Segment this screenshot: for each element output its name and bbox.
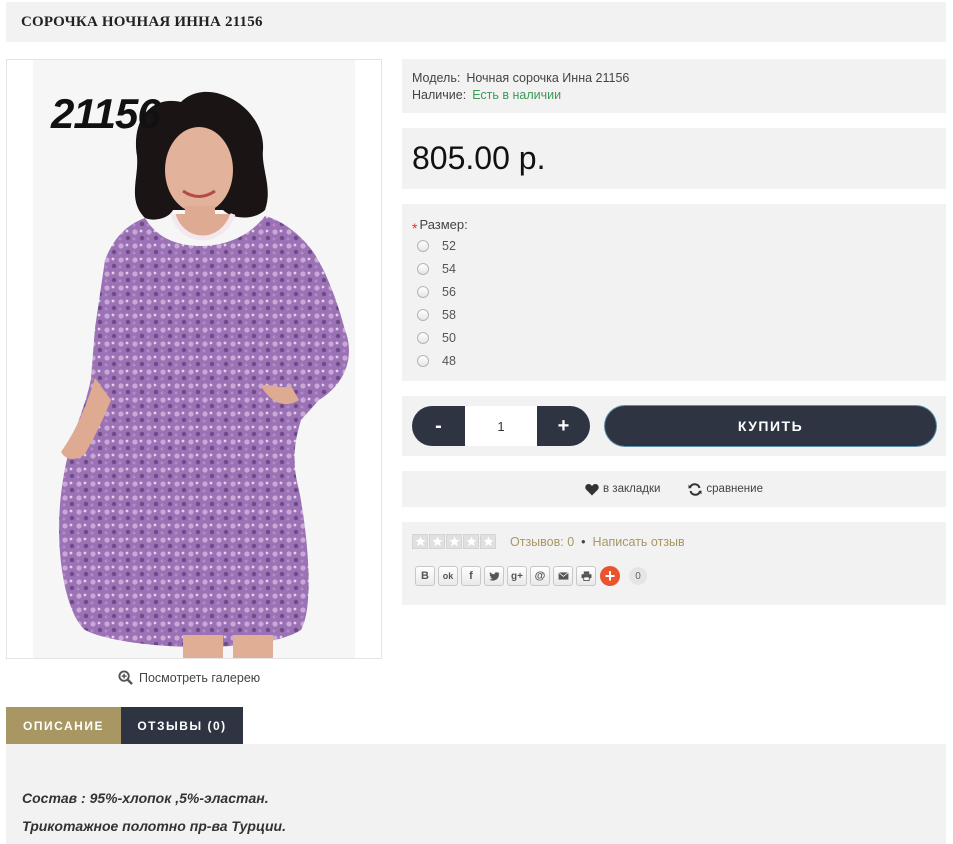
product-tabs: ОПИСАНИЕ ОТЗЫВЫ (0) bbox=[6, 707, 243, 744]
google-plus-icon[interactable]: g+ bbox=[507, 566, 527, 586]
wishlist-label[interactable]: в закладки bbox=[603, 483, 660, 495]
star-icon bbox=[412, 534, 428, 549]
size-radio[interactable] bbox=[417, 331, 429, 344]
size-option[interactable]: 58 bbox=[412, 303, 936, 326]
tab-reviews[interactable]: ОТЗЫВЫ (0) bbox=[121, 707, 243, 744]
stock-row: Наличие: Есть в наличии bbox=[412, 87, 936, 104]
size-options-panel: * Размер: 52 54 56 58 50 48 bbox=[402, 204, 946, 381]
page-title: СОРОЧКА НОЧНАЯ ИННА 21156 bbox=[21, 14, 263, 30]
reviews-share-panel: Отзывов: 0 • Написать отзыв В ok f g+ @ … bbox=[402, 522, 946, 605]
model-row: Модель: Ночная сорочка Инна 21156 bbox=[412, 70, 936, 87]
size-option-label[interactable]: 50 bbox=[442, 331, 456, 345]
vk-icon[interactable]: В bbox=[415, 566, 435, 586]
model-label: Модель: bbox=[412, 71, 461, 85]
stock-label: Наличие: bbox=[412, 88, 467, 102]
refresh-icon bbox=[688, 482, 702, 496]
size-option[interactable]: 56 bbox=[412, 280, 936, 303]
product-photo-drawing bbox=[33, 60, 355, 658]
share-count: 0 bbox=[629, 567, 647, 585]
rating-stars bbox=[412, 534, 496, 549]
size-radio[interactable] bbox=[417, 354, 429, 367]
email-icon[interactable] bbox=[553, 566, 573, 586]
size-option[interactable]: 52 bbox=[412, 234, 936, 257]
quantity-input[interactable] bbox=[465, 406, 537, 446]
star-icon bbox=[446, 534, 462, 549]
product-price: 805.00 р. bbox=[412, 140, 546, 176]
compare-label[interactable]: сравнение bbox=[706, 483, 763, 495]
size-option[interactable]: 50 bbox=[412, 326, 936, 349]
wishlist-link[interactable]: в закладки bbox=[585, 483, 660, 496]
star-icon bbox=[429, 534, 445, 549]
zoom-in-icon bbox=[118, 670, 133, 685]
tab-description[interactable]: ОПИСАНИЕ bbox=[6, 707, 121, 744]
size-option-label[interactable]: 56 bbox=[442, 285, 456, 299]
title-bar: СОРОЧКА НОЧНАЯ ИННА 21156 bbox=[6, 2, 946, 42]
size-option-label[interactable]: 48 bbox=[442, 354, 456, 368]
size-radio[interactable] bbox=[417, 285, 429, 298]
reviews-count-link[interactable]: Отзывов: 0 bbox=[510, 535, 574, 549]
price-panel: 805.00 р. bbox=[402, 128, 946, 189]
twitter-icon[interactable] bbox=[484, 566, 504, 586]
gallery-link[interactable]: Посмотреть галерею bbox=[118, 670, 260, 685]
size-option[interactable]: 48 bbox=[412, 349, 936, 372]
size-radio[interactable] bbox=[417, 308, 429, 321]
mail-at-icon[interactable]: @ bbox=[530, 566, 550, 586]
size-option[interactable]: 54 bbox=[412, 257, 936, 280]
size-label: Размер: bbox=[419, 217, 468, 232]
print-icon[interactable] bbox=[576, 566, 596, 586]
write-review-link[interactable]: Написать отзыв bbox=[593, 535, 685, 549]
description-content: Состав : 95%-хлопок ,5%-эластан. Трикота… bbox=[6, 744, 946, 844]
increase-quantity-button[interactable]: + bbox=[537, 406, 590, 446]
size-radio[interactable] bbox=[417, 239, 429, 252]
share-buttons: В ok f g+ @ + 0 bbox=[415, 566, 936, 586]
facebook-icon[interactable]: f bbox=[461, 566, 481, 586]
product-image-box[interactable]: 21156 bbox=[6, 59, 382, 659]
product-photo[interactable]: 21156 bbox=[33, 60, 355, 658]
size-option-label[interactable]: 58 bbox=[442, 308, 456, 322]
star-icon bbox=[480, 534, 496, 549]
photo-model-number: 21156 bbox=[51, 90, 161, 137]
description-line: Трикотажное полотно пр-ва Турции. bbox=[22, 818, 286, 834]
wishlist-compare-panel: в закладки сравнение bbox=[402, 471, 946, 507]
buy-button[interactable]: КУПИТЬ bbox=[605, 406, 936, 446]
odnoklassniki-icon[interactable]: ok bbox=[438, 566, 458, 586]
description-line: Состав : 95%-хлопок ,5%-эластан. bbox=[22, 790, 269, 806]
size-radio[interactable] bbox=[417, 262, 429, 275]
rating-row: Отзывов: 0 • Написать отзыв bbox=[412, 534, 936, 549]
quantity-stepper: - + bbox=[412, 406, 590, 446]
compare-link[interactable]: сравнение bbox=[688, 482, 763, 496]
decrease-quantity-button[interactable]: - bbox=[412, 406, 465, 446]
product-info-panel: Модель: Ночная сорочка Инна 21156 Наличие… bbox=[402, 59, 946, 113]
gallery-link-label[interactable]: Посмотреть галерею bbox=[139, 671, 260, 685]
heart-icon bbox=[585, 483, 599, 495]
size-option-label[interactable]: 54 bbox=[442, 262, 456, 276]
required-mark: * bbox=[412, 220, 418, 236]
purchase-panel: - + КУПИТЬ bbox=[402, 396, 946, 456]
model-value: Ночная сорочка Инна 21156 bbox=[466, 71, 630, 85]
star-icon bbox=[463, 534, 479, 549]
share-more-button[interactable]: + bbox=[600, 566, 620, 586]
stock-status: Есть в наличии bbox=[472, 88, 562, 102]
size-options-heading: * Размер: bbox=[412, 216, 936, 236]
separator-dot: • bbox=[581, 534, 586, 549]
size-option-label[interactable]: 52 bbox=[442, 239, 456, 253]
